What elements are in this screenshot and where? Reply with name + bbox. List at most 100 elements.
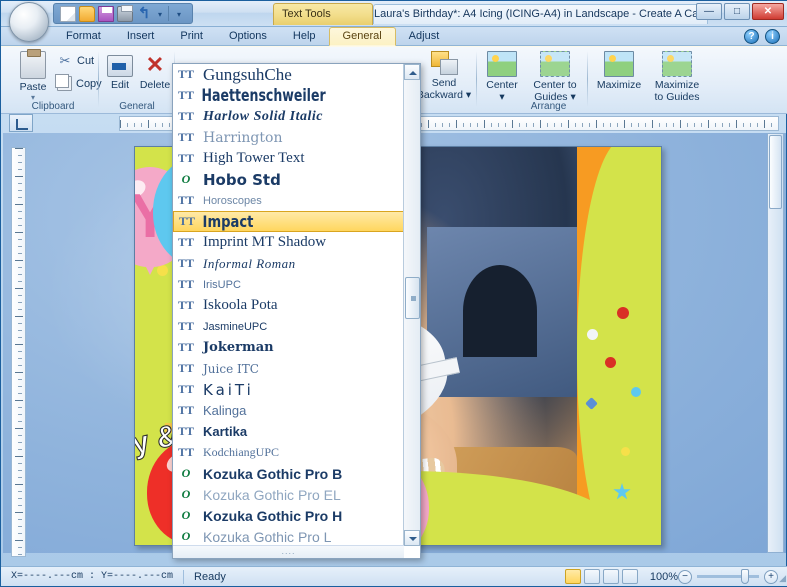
- font-list-item[interactable]: TT Kalinga: [173, 400, 404, 421]
- workspace-scroll-thumb[interactable]: [769, 135, 782, 209]
- ruler-corner-button[interactable]: [9, 114, 33, 132]
- font-list-item[interactable]: TT Horoscopes: [173, 190, 404, 211]
- copy-button[interactable]: Copy: [55, 74, 102, 91]
- font-list-item[interactable]: TT Jokerman: [173, 337, 404, 358]
- view-fit-width-button[interactable]: [603, 569, 619, 584]
- truetype-icon: TT: [177, 235, 194, 249]
- view-two-page-button[interactable]: [584, 569, 600, 584]
- maximize-object-button[interactable]: Maximize: [591, 51, 647, 91]
- ribbon-tabs: Format Insert Print Options Help General Adjus…: [53, 27, 452, 46]
- help-icon[interactable]: ?: [744, 29, 759, 44]
- save-icon[interactable]: [98, 5, 114, 22]
- maximize-to-guides-button[interactable]: Maximize to Guides: [648, 51, 706, 103]
- qat-more-icon[interactable]: ▾: [172, 6, 186, 22]
- tab-options[interactable]: Options: [216, 27, 280, 46]
- scroll-down-arrow-icon[interactable]: [404, 530, 420, 546]
- font-list-item[interactable]: TT High Tower Text: [173, 148, 404, 169]
- tab-print[interactable]: Print: [167, 27, 216, 46]
- ruler-tick: [18, 421, 22, 422]
- font-list-item[interactable]: TT GungsuhChe: [173, 64, 404, 85]
- zoom-out-button[interactable]: −: [678, 569, 692, 584]
- font-list-item[interactable]: TT Impact: [173, 211, 404, 232]
- new-icon[interactable]: [60, 5, 76, 22]
- font-list-scroll-area[interactable]: TT GungsuhChe TT Haettenschweiler TT Harlow S…: [173, 64, 404, 546]
- font-list-item[interactable]: O Kozuka Gothic Pro EL: [173, 484, 404, 505]
- scroll-up-arrow-icon[interactable]: [404, 64, 420, 80]
- confetti-dot: [617, 307, 629, 319]
- close-button[interactable]: ✕: [752, 3, 784, 20]
- center-to-guides-button[interactable]: Center to Guides ▾: [526, 51, 584, 103]
- font-list-item[interactable]: TT KaiTi: [173, 379, 404, 400]
- font-list-item[interactable]: TT Harrington: [173, 127, 404, 148]
- open-icon[interactable]: [79, 5, 95, 22]
- font-dropdown-list[interactable]: TT GungsuhChe TT Haettenschweiler TT Harlow S…: [172, 63, 421, 559]
- tab-help[interactable]: Help: [280, 27, 329, 46]
- contextual-tab-text-tools[interactable]: Text Tools: [273, 3, 373, 25]
- font-list-item-label: Hobo Std: [203, 170, 281, 189]
- font-list-item[interactable]: TT Iskoola Pota: [173, 295, 404, 316]
- tab-format[interactable]: Format: [53, 27, 114, 46]
- undo-icon[interactable]: ↰: [136, 6, 152, 22]
- view-thumbnail-button[interactable]: [622, 569, 638, 584]
- font-list-item-label: Jokerman: [203, 340, 274, 355]
- ruler-tick: [547, 123, 548, 127]
- resize-grip-icon[interactable]: ◢: [779, 573, 786, 584]
- font-list-item[interactable]: O Kozuka Gothic Pro L: [173, 526, 404, 546]
- undo-caret-icon[interactable]: ▾: [155, 6, 165, 22]
- arrange-sep-1: [476, 51, 477, 107]
- font-list-item-label: Kozuka Gothic Pro B: [203, 465, 343, 482]
- ruler-tick: [18, 393, 22, 394]
- font-list-item-label: Harlow Solid Italic: [203, 108, 323, 124]
- font-list-scrollbar[interactable]: [403, 64, 420, 546]
- scissors-icon: ✂: [59, 53, 71, 68]
- ruler-tick: [18, 498, 22, 499]
- app-menu-orb[interactable]: [9, 2, 49, 42]
- ribbon-tab-strip: Format Insert Print Options Help General Adjus…: [1, 27, 787, 46]
- paste-button[interactable]: Paste ▾: [13, 49, 53, 102]
- font-list-scroll-thumb[interactable]: [405, 277, 420, 319]
- font-list-item[interactable]: TT Imprint MT Shadow: [173, 232, 404, 253]
- font-list-item[interactable]: O Kozuka Gothic Pro H: [173, 505, 404, 526]
- font-list-item[interactable]: TT Informal Roman: [173, 253, 404, 274]
- status-state: Ready: [194, 570, 226, 583]
- font-list-item[interactable]: TT KodchiangUPC: [173, 442, 404, 463]
- clipboard-group-label: Clipboard: [31, 101, 75, 112]
- truetype-icon: TT: [177, 319, 194, 333]
- font-list-item[interactable]: TT IrisUPC: [173, 274, 404, 295]
- edit-button[interactable]: Edit: [103, 55, 137, 91]
- font-list-item[interactable]: O Hobo Std: [173, 169, 404, 190]
- font-list-item[interactable]: TT Haettenschweiler: [173, 85, 404, 106]
- view-single-page-button[interactable]: [565, 569, 581, 584]
- truetype-icon: TT: [177, 193, 194, 207]
- print-icon[interactable]: [117, 4, 133, 22]
- maximize-button[interactable]: □: [724, 3, 750, 20]
- info-icon[interactable]: i: [765, 29, 780, 44]
- zoom-slider[interactable]: − +: [678, 569, 778, 585]
- cut-button[interactable]: ✂ Cut: [57, 53, 95, 69]
- vertical-ruler[interactable]: [11, 147, 26, 557]
- font-list-resize-grip[interactable]: ....: [173, 545, 404, 558]
- ribbon-group-general: Edit ✕ Delete General: [101, 47, 173, 113]
- minimize-button[interactable]: —: [696, 3, 722, 20]
- zoom-slider-thumb[interactable]: [741, 569, 749, 584]
- font-list-item[interactable]: TT Juice ITC: [173, 358, 404, 379]
- ruler-tick: [18, 253, 22, 254]
- ruler-tick: [456, 120, 457, 128]
- zoom-track[interactable]: [697, 569, 759, 584]
- truetype-icon: TT: [177, 109, 194, 123]
- send-backward-button[interactable]: Send Backward ▾: [416, 51, 472, 101]
- font-list-item[interactable]: TT Harlow Solid Italic: [173, 106, 404, 127]
- center-button[interactable]: Center ▾: [480, 51, 524, 103]
- tab-general[interactable]: General: [328, 27, 396, 46]
- workspace-vertical-scrollbar[interactable]: [767, 133, 784, 553]
- ruler-tick: [624, 120, 625, 128]
- tab-insert[interactable]: Insert: [114, 27, 168, 46]
- ruler-tick: [15, 148, 23, 149]
- ruler-tick: [743, 123, 744, 127]
- delete-button[interactable]: ✕ Delete: [137, 54, 173, 92]
- font-list-item[interactable]: TT JasmineUPC: [173, 316, 404, 337]
- font-list-item[interactable]: O Kozuka Gothic Pro B: [173, 463, 404, 484]
- tab-adjust[interactable]: Adjust: [396, 27, 453, 46]
- font-list-item[interactable]: TT Kartika: [173, 421, 404, 442]
- zoom-in-button[interactable]: +: [764, 569, 778, 584]
